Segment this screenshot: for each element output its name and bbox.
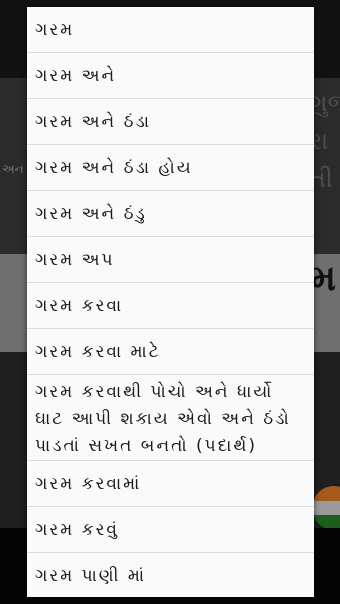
suggestion-item[interactable]: ગરમ કરવા માટે [27,329,314,375]
suggestion-text: ગરમ અને ઠંડુ [35,203,147,224]
suggestion-item[interactable]: ગરમ પાણી માં [27,553,314,597]
suggestion-text: ગરમ અપ [35,249,115,270]
suggestion-item[interactable]: ગરમ અને [27,53,314,99]
background-side-label: અન [2,162,24,176]
suggestion-text: ગરમ કરવા માટે [35,341,161,362]
background-band-glyph: મ [310,258,336,299]
suggestion-item[interactable]: ગરમ અને ઠંડુ [27,191,314,237]
suggestion-text: ગરમ [35,19,75,40]
suggestion-item[interactable]: ગરમ કરવામાં [27,461,314,507]
screen: અન ગુજ રા તી મ ગરમ ગરમ અને ગરમ અને ઠંડા … [0,0,340,604]
suggestion-text: ગરમ અને ઠંડા [35,111,152,132]
suggestion-item[interactable]: ગરમ કરવા [27,283,314,329]
suggestion-text: ગરમ અને [35,65,117,86]
suggestion-text: ગરમ પાણી માં [35,565,147,586]
autocomplete-popup: ગરમ ગરમ અને ગરમ અને ઠંડા ગરમ અને ઠંડા હો… [27,7,314,597]
suggestion-item[interactable]: ગરમ [27,7,314,53]
suggestion-text: ગરમ કરવામાં [35,473,142,494]
suggestion-item[interactable]: ગરમ અપ [27,237,314,283]
suggestion-item[interactable]: ગરમ કરવાથી પોચો અને ધાર્યો ઘાટ આપી શકાય … [27,375,314,461]
suggestion-text: ગરમ કરવું [35,519,119,540]
suggestion-item[interactable]: ગરમ કરવું [27,507,314,553]
suggestion-text: ગરમ કરવાથી પોચો અને ધાર્યો ઘાટ આપી શકાય … [35,382,291,456]
suggestion-list: ગરમ ગરમ અને ગરમ અને ઠંડા ગરમ અને ઠંડા હો… [27,7,314,597]
background-gujarati-artwork: ગુજ રા તી [310,89,340,193]
suggestion-item[interactable]: ગરમ અને ઠંડા હોય [27,145,314,191]
suggestion-text: ગરમ કરવા [35,295,124,316]
suggestion-text: ગરમ અને ઠંડા હોય [35,157,193,178]
suggestion-item[interactable]: ગરમ અને ઠંડા [27,99,314,145]
